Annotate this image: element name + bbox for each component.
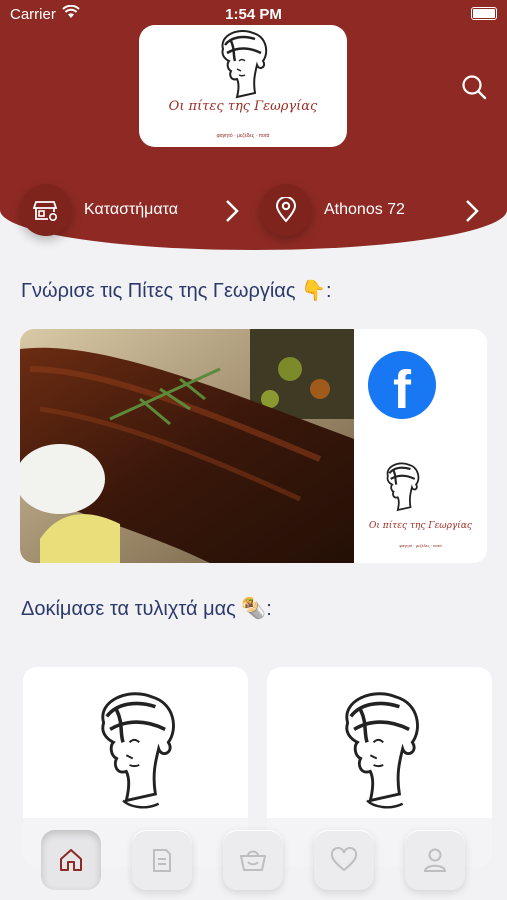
logo-portrait-icon — [221, 30, 268, 99]
facebook-promo[interactable]: f Οι πίτες της Γεωργίας φαγητό · μεζέδες… — [354, 329, 487, 563]
logo-portrait-icon — [386, 462, 420, 512]
product-image — [101, 692, 175, 809]
user-icon — [423, 848, 447, 872]
address-label: Athonos 72 — [324, 201, 405, 218]
logo-tagline: φαγητό · μεζέδες · ποτά — [216, 133, 270, 139]
tab-home[interactable] — [41, 830, 101, 890]
promo-banner[interactable]: f Οι πίτες της Γεωργίας φαγητό · μεζέδες… — [20, 329, 487, 563]
basket-icon — [240, 850, 266, 871]
battery-icon — [471, 7, 497, 20]
menu-icon — [153, 849, 171, 872]
home-icon — [60, 849, 82, 871]
product-image — [345, 692, 419, 809]
tab-bar — [0, 818, 507, 900]
app-header: Carrier 1:54 PM Οι πίτες της Γεωργίας φα… — [0, 0, 507, 250]
logo-tagline: φαγητό · μεζέδες · ποτά — [399, 543, 442, 548]
chevron-right-icon — [466, 200, 479, 222]
section-title-meet: Γνώρισε τις Πίτες της Γεωργίας 👇: — [21, 280, 332, 302]
tab-profile[interactable] — [405, 830, 465, 890]
facebook-icon[interactable]: f — [368, 351, 436, 419]
status-time: 1:54 PM — [225, 6, 282, 23]
tab-favorites[interactable] — [314, 830, 374, 890]
section-title-wraps: Δοκίμασε τα τυλιχτά μας 🌯: — [21, 598, 272, 620]
store-icon — [20, 184, 72, 236]
heart-icon — [330, 847, 358, 872]
stores-selector[interactable]: Καταστήματα — [20, 182, 245, 238]
address-selector[interactable]: Athonos 72 — [260, 182, 488, 238]
brand-logo: Οι πίτες της Γεωργίας φαγητό · μεζέδες ·… — [139, 25, 347, 147]
tab-menu[interactable] — [132, 830, 192, 890]
chevron-right-icon — [226, 200, 239, 222]
stores-label: Καταστήματα — [84, 201, 178, 218]
location-pin-icon — [260, 184, 312, 236]
search-icon[interactable] — [460, 73, 488, 101]
ribs-photo — [20, 329, 354, 563]
logo-wordmark: Οι πίτες της Γεωργίας — [168, 99, 318, 114]
tab-cart[interactable] — [223, 830, 283, 890]
logo-wordmark: Οι πίτες της Γεωργίας — [369, 521, 472, 531]
